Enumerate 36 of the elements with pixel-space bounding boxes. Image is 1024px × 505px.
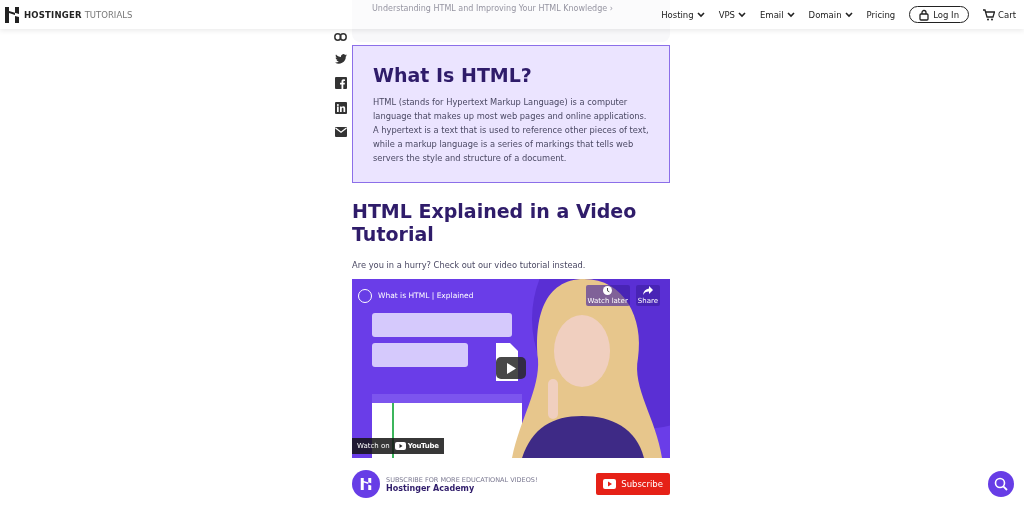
definition-text: HTML (stands for Hypertext Markup Language) is a computer language that makes up most web pages and online applications. A hypertext is a text that is used to reference other pieces of text, while a markup language is a series of markings that tells web servers the style and structure of a document. — [373, 96, 649, 165]
nav-link[interactable]: Pricing — [866, 9, 896, 20]
channel-name[interactable]: Hostinger Academy — [386, 483, 591, 493]
play-logo-icon — [603, 479, 617, 489]
linkedin-icon[interactable] — [334, 102, 347, 114]
search-icon — [994, 477, 1008, 491]
chevron-down-icon[interactable] — [696, 11, 705, 18]
share-icon — [642, 286, 653, 295]
cart-link[interactable]: Cart — [983, 8, 1016, 21]
facebook-icon[interactable] — [334, 77, 347, 89]
link-icon[interactable] — [334, 33, 347, 41]
play-button[interactable] — [496, 357, 526, 379]
logo-icon — [5, 6, 19, 23]
search-button[interactable] — [988, 471, 1014, 497]
logo-icon — [360, 478, 372, 490]
subscribe-button[interactable]: Subscribe — [596, 473, 670, 495]
brand-name[interactable]: HOSTINGER — [24, 9, 82, 20]
brand-section[interactable]: TUTORIALS — [84, 9, 133, 20]
cart-icon — [983, 8, 995, 21]
nav-link[interactable]: Domain — [808, 9, 853, 20]
nav-link[interactable]: VPS — [718, 9, 746, 20]
play-logo-icon — [394, 442, 406, 450]
chevron-down-icon[interactable] — [738, 11, 746, 18]
nav-link[interactable]: Hosting — [661, 9, 705, 20]
login-button[interactable]: Log In — [909, 6, 969, 23]
intro-text: Are you in a hurry? Check out our video tutorial instead. — [352, 260, 587, 270]
nav-link[interactable]: Email — [760, 9, 795, 20]
definition-title: What Is HTML? — [373, 64, 533, 86]
lock-icon — [919, 8, 930, 21]
chevron-down-icon[interactable] — [844, 11, 853, 18]
section-heading: HTML Explained in a Video Tutorial — [352, 200, 638, 246]
clock-icon — [603, 286, 613, 295]
bird-icon[interactable] — [334, 54, 347, 64]
email-icon[interactable] — [334, 127, 347, 137]
chevron-down-icon[interactable] — [786, 11, 795, 18]
play-icon — [506, 362, 516, 374]
